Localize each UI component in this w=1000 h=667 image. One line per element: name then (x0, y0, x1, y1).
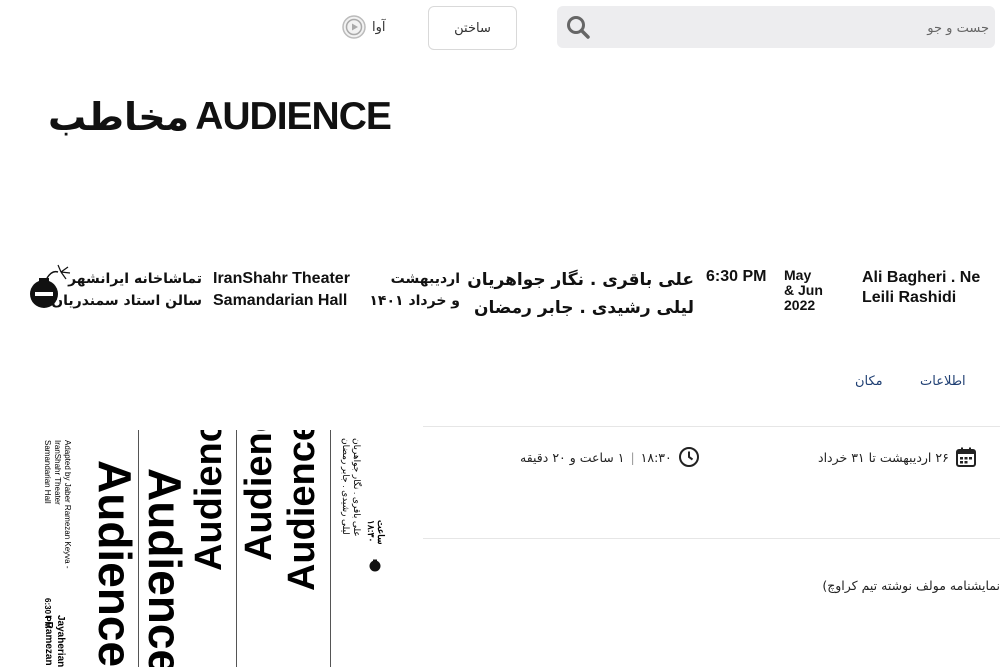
info-separator: | (630, 449, 635, 465)
cast-english-line-2: Leili Rashidi (862, 289, 957, 306)
time-duration: ۱۸:۳۰ | ۱ ساعت و ۲۰ دقیقه (520, 446, 700, 468)
month-line-3: 2022 (784, 297, 816, 313)
search-icon[interactable] (565, 14, 591, 40)
poster-word-3: Audience (188, 430, 230, 572)
logo-english: AUDIENCE (195, 95, 392, 138)
months-english: May & Jun 2022 (784, 268, 823, 313)
cast-english: Ali Bagheri . Ne Leili Rashidi (862, 268, 980, 308)
poster-credits: Adapted by Jaber Ramezan Keyva - IranSha… (42, 440, 72, 569)
venue-english-line-2: Samandarian Hall (213, 292, 348, 309)
venue-english-line-1: IranShahr Theater (213, 270, 350, 287)
poster-line-2 (236, 430, 237, 667)
search-bar[interactable] (557, 6, 999, 50)
tab-info[interactable]: اطلاعات (920, 374, 966, 389)
clock-icon (678, 447, 699, 467)
poster-bomb-icon (369, 559, 381, 572)
month-line-2: & Jun (784, 282, 823, 298)
tabs-divider (423, 426, 1000, 427)
venue-persian-line-2: سالن استاد سمندریان (51, 293, 202, 309)
event-poster: Adapted by Jaber Ramezan Keyva - IranSha… (40, 430, 390, 667)
cast-english-line-1: Ali Bagheri . Ne (862, 269, 981, 286)
logo-persian: مخاطب (48, 95, 190, 139)
avaa-label: آوا (372, 19, 386, 35)
poster-time-fa-label: ساعت (376, 520, 386, 545)
tab-location[interactable]: مکان (855, 374, 883, 389)
poster-credit-1: Adapted by Jaber Ramezan Keyva - (63, 440, 72, 569)
build-button-label: ساختن (454, 20, 491, 36)
info-divider (423, 538, 1000, 539)
month-line-1: May (784, 267, 812, 283)
build-button[interactable]: ساختن (428, 6, 517, 50)
poster-time-fa: ساعت ۱۸:۳۰ (366, 520, 386, 545)
dates-persian: اردیبهشت و خرداد ۱۴۰۱ (369, 268, 460, 312)
poster-names-en: Jayaherian r Ramezan (42, 615, 66, 667)
cast-persian: علی باقری . نگار جواهریان لیلی رشیدی . ج… (467, 266, 694, 322)
description-text: نمایشنامه مولف نوشته تیم کراوچ) (822, 578, 1000, 593)
show-time: ۱۸:۳۰ (640, 449, 672, 465)
poster-line-3 (330, 430, 331, 667)
calendar-icon (955, 447, 976, 467)
poster-time-fa-value: ۱۸:۳۰ (366, 520, 376, 543)
event-logo: مخاطب AUDIENCE (48, 94, 392, 154)
cast-persian-line-1: علی باقری . نگار جواهریان (467, 270, 694, 290)
poster-word-4: Audience (238, 430, 280, 562)
poster-cast-fa: علی باقری . نگار جواهریان لیلی رشیدی . ج… (340, 438, 362, 537)
venue-persian-line-1: تماشاخانه ایرانشهر (68, 271, 202, 287)
date-range: ۲۶ اردیبهشت تا ۳۱ خرداد (818, 446, 977, 468)
play-icon[interactable] (342, 15, 366, 39)
poster-word-1: Audience (89, 460, 141, 667)
show-duration: ۱ ساعت و ۲۰ دقیقه (520, 449, 625, 465)
venue-persian: تماشاخانه ایرانشهر سالن استاد سمندریان (51, 268, 202, 312)
venue-english: IranShahr Theater Samandarian Hall (213, 268, 350, 312)
poster-credit-3: Samandarian Hall (43, 440, 52, 504)
poster-name-1: Jayaherian (55, 615, 66, 667)
poster-cast-fa-1: علی باقری . نگار جواهریان (352, 438, 362, 537)
avaa-link[interactable]: آوا (342, 14, 386, 40)
date-range-text: ۲۶ اردیبهشت تا ۳۱ خرداد (818, 449, 949, 465)
poster-credit-2: IranShahr Theater (53, 440, 62, 505)
poster-word-2: Audience (139, 468, 191, 667)
search-input[interactable] (597, 6, 999, 50)
poster-name-2: r Ramezan (43, 615, 54, 666)
cast-persian-line-2: لیلی رشیدی . جابر رمضان (474, 298, 694, 318)
poster-word-5: Audience (281, 430, 323, 592)
dates-persian-line-1: اردیبهشت (390, 271, 460, 287)
showtime-english: 6:30 PM (706, 268, 767, 285)
dates-persian-line-2: و خرداد ۱۴۰۱ (369, 293, 460, 309)
poster-cast-fa-2: لیلی رشیدی . جابر رمضان (341, 438, 351, 535)
